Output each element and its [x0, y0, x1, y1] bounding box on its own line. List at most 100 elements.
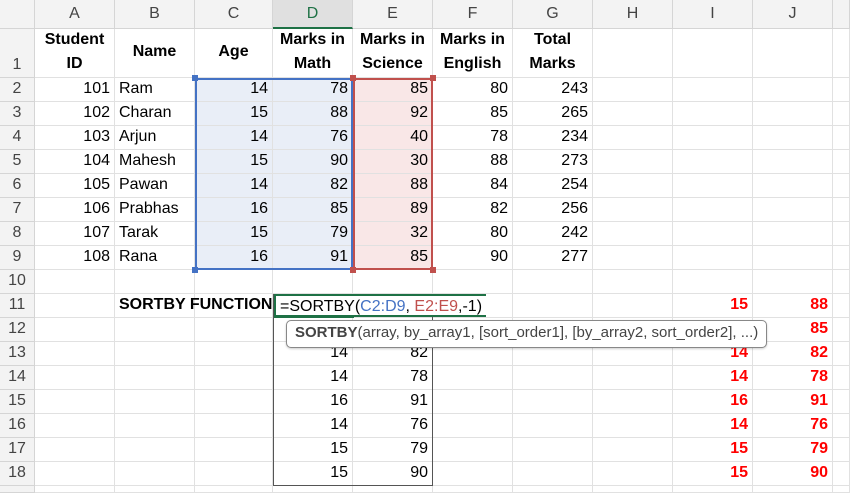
function-tooltip[interactable]: SORTBY(array, by_array1, [sort_order1], …	[286, 320, 768, 348]
cell[interactable]	[593, 462, 673, 486]
cell[interactable]	[115, 486, 195, 493]
range-handle[interactable]	[192, 267, 198, 273]
cell[interactable]	[753, 222, 833, 246]
data-cell[interactable]: 15	[195, 102, 273, 126]
cell[interactable]	[115, 366, 195, 390]
data-cell[interactable]: Charan	[115, 102, 195, 126]
cell[interactable]	[753, 150, 833, 174]
row-header-6[interactable]: 6	[0, 174, 35, 198]
cell[interactable]	[115, 270, 195, 294]
row-header-17[interactable]: 17	[0, 438, 35, 462]
cell[interactable]	[673, 150, 753, 174]
data-cell[interactable]: 76	[273, 126, 353, 150]
cell[interactable]	[513, 462, 593, 486]
cell[interactable]	[753, 29, 833, 78]
data-cell[interactable]: Prabhas	[115, 198, 195, 222]
spill-cell[interactable]: 14	[273, 366, 353, 390]
cell[interactable]	[513, 294, 593, 318]
cell[interactable]	[833, 342, 850, 366]
data-cell[interactable]: 78	[433, 126, 513, 150]
data-cell[interactable]: 15	[195, 222, 273, 246]
row-header-15[interactable]: 15	[0, 390, 35, 414]
row-header-16[interactable]: 16	[0, 414, 35, 438]
data-cell[interactable]: 273	[513, 150, 593, 174]
data-cell[interactable]: 234	[513, 126, 593, 150]
cell[interactable]	[833, 174, 850, 198]
data-cell[interactable]: 30	[353, 150, 433, 174]
cell[interactable]	[35, 462, 115, 486]
data-cell[interactable]: Rana	[115, 246, 195, 270]
cell[interactable]	[673, 174, 753, 198]
cell[interactable]	[195, 462, 273, 486]
row-header-18[interactable]: 18	[0, 462, 35, 486]
cell[interactable]	[753, 78, 833, 102]
column-header-d[interactable]: D	[273, 0, 353, 29]
cell[interactable]	[753, 198, 833, 222]
cell[interactable]	[833, 294, 850, 318]
cell[interactable]	[273, 486, 353, 493]
data-cell[interactable]: 105	[35, 174, 115, 198]
column-header-k[interactable]	[833, 0, 850, 29]
result-cell[interactable]: 14	[673, 366, 753, 390]
cell[interactable]	[833, 462, 850, 486]
data-cell[interactable]: 88	[433, 150, 513, 174]
data-cell[interactable]: 90	[273, 150, 353, 174]
data-cell[interactable]: 242	[513, 222, 593, 246]
data-cell[interactable]: 102	[35, 102, 115, 126]
cell[interactable]	[35, 366, 115, 390]
select-all-corner[interactable]	[0, 0, 35, 29]
data-cell[interactable]: 106	[35, 198, 115, 222]
data-cell[interactable]: 265	[513, 102, 593, 126]
data-cell[interactable]: 79	[273, 222, 353, 246]
result-cell[interactable]: 78	[753, 366, 833, 390]
result-cell[interactable]: 90	[753, 462, 833, 486]
data-cell[interactable]: 82	[433, 198, 513, 222]
data-cell[interactable]: 78	[273, 78, 353, 102]
data-cell[interactable]: Ram	[115, 78, 195, 102]
spill-cell[interactable]: 78	[353, 366, 433, 390]
data-cell[interactable]: 103	[35, 126, 115, 150]
cell[interactable]	[115, 318, 195, 342]
cell[interactable]	[35, 438, 115, 462]
cell[interactable]	[833, 318, 850, 342]
row-header-5[interactable]: 5	[0, 150, 35, 174]
data-cell[interactable]: 89	[353, 198, 433, 222]
data-cell[interactable]: 80	[433, 78, 513, 102]
row-header-13[interactable]: 13	[0, 342, 35, 366]
spill-cell[interactable]: 15	[273, 438, 353, 462]
data-cell[interactable]: 90	[433, 246, 513, 270]
data-cell[interactable]: 243	[513, 78, 593, 102]
column-header-b[interactable]: B	[115, 0, 195, 29]
result-cell[interactable]: 91	[753, 390, 833, 414]
data-cell[interactable]: Mahesh	[115, 150, 195, 174]
cell[interactable]	[513, 414, 593, 438]
cell[interactable]	[673, 102, 753, 126]
cell[interactable]	[673, 486, 753, 493]
cell[interactable]	[833, 486, 850, 493]
cell[interactable]	[753, 102, 833, 126]
range-handle[interactable]	[350, 75, 356, 81]
cell[interactable]	[433, 390, 513, 414]
cell[interactable]	[35, 318, 115, 342]
cell[interactable]	[673, 198, 753, 222]
result-cell[interactable]: 14	[673, 414, 753, 438]
result-cell[interactable]: 15	[673, 462, 753, 486]
cell[interactable]	[753, 486, 833, 493]
range-handle[interactable]	[192, 75, 198, 81]
data-cell[interactable]: 80	[433, 222, 513, 246]
column-header-i[interactable]: I	[673, 0, 753, 29]
cell[interactable]	[593, 150, 673, 174]
data-cell[interactable]: 107	[35, 222, 115, 246]
column-header-h[interactable]: H	[593, 0, 673, 29]
cell[interactable]	[353, 486, 433, 493]
data-cell[interactable]: 82	[273, 174, 353, 198]
result-cell[interactable]: 88	[753, 294, 833, 318]
data-cell[interactable]: 101	[35, 78, 115, 102]
cell[interactable]	[35, 414, 115, 438]
cell[interactable]	[833, 438, 850, 462]
row-header-12[interactable]: 12	[0, 318, 35, 342]
cell[interactable]	[35, 486, 115, 493]
column-header-f[interactable]: F	[433, 0, 513, 29]
cell[interactable]	[833, 102, 850, 126]
cell[interactable]	[195, 294, 273, 318]
